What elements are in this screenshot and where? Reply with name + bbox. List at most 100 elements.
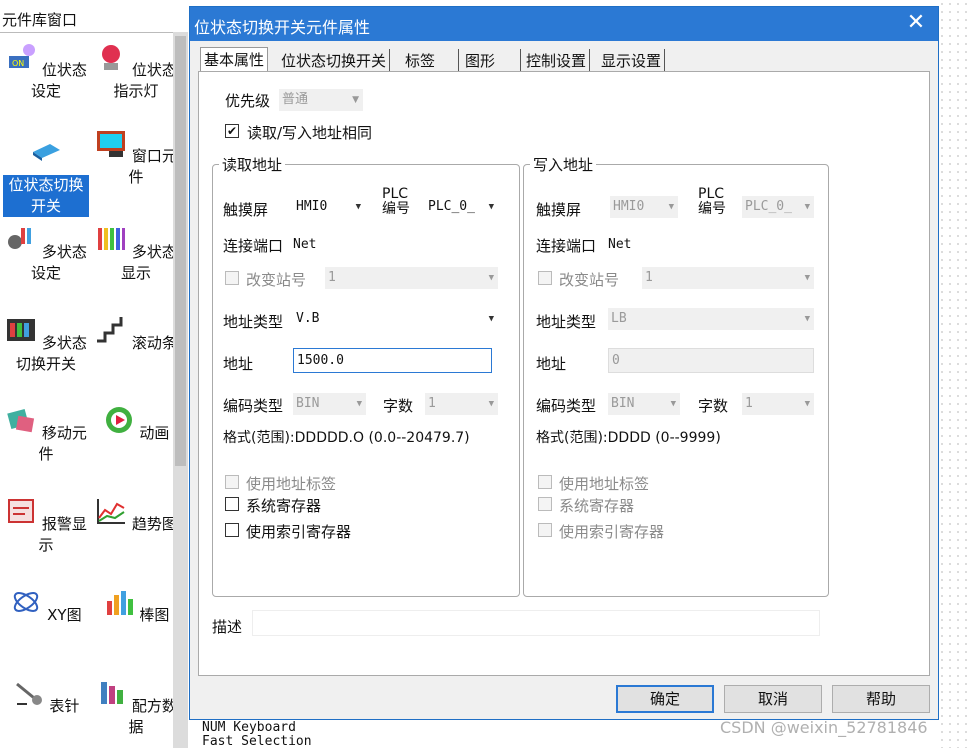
- library-item-alarm-display[interactable]: 报警显示: [2, 496, 90, 556]
- chevron-down-icon: ▼: [355, 202, 361, 212]
- bit-set-icon: ON: [9, 44, 36, 68]
- priority-select[interactable]: 普通 ▼: [279, 89, 363, 111]
- library-item-toggle-switch[interactable]: 位状态切换开关: [2, 136, 90, 217]
- write-plc-select[interactable]: PLC_0_ ▼: [742, 196, 814, 218]
- status-output: NUM Keyboard Fast Selection: [190, 721, 750, 749]
- read-address-title: 读取地址: [219, 154, 286, 175]
- library-item-indicator-lamp[interactable]: 位状态指示灯: [92, 42, 180, 102]
- write-use-tag-label: 使用地址标签: [559, 475, 650, 493]
- write-format-text: 格式(范围):DDDD (0--9999): [536, 430, 721, 446]
- library-item-gauge-needle[interactable]: 表针: [2, 678, 90, 717]
- library-item-multistate-set[interactable]: 多状态设定: [2, 224, 90, 284]
- write-change-station-label: 改变站号: [559, 271, 620, 289]
- alarm-display-icon: [8, 499, 35, 523]
- write-address-type-select[interactable]: LB ▼: [608, 308, 814, 330]
- read-port-value: Net: [293, 237, 317, 252]
- library-item-bit-set[interactable]: ON 位状态设定: [2, 42, 90, 102]
- library-item-xy-chart[interactable]: XY图: [2, 587, 90, 626]
- library-item-bar-chart[interactable]: 棒图: [92, 587, 180, 626]
- write-index-register-checkbox[interactable]: [538, 523, 552, 537]
- same-address-checkbox[interactable]: ✔: [225, 124, 239, 138]
- read-system-register-checkbox[interactable]: [225, 497, 239, 511]
- chevron-down-icon: ▼: [488, 399, 494, 409]
- properties-dialog: 位状态切换开关元件属性 ✕ 基本属性 位状态切换开关 标签 图形 控制设置 显示…: [189, 6, 939, 720]
- library-scroll-thumb[interactable]: [175, 36, 186, 466]
- write-words-label: 字数: [698, 397, 729, 415]
- library-item-animation[interactable]: 动画: [92, 405, 180, 444]
- write-plc-label: PLC 编号: [698, 186, 726, 217]
- read-address-input[interactable]: 1500.0: [293, 348, 492, 373]
- chevron-down-icon: ▼: [804, 314, 810, 324]
- library-scrollbar[interactable]: [173, 32, 188, 748]
- read-words-label: 字数: [383, 397, 414, 415]
- chevron-down-icon: ▼: [668, 202, 674, 212]
- tab-basic[interactable]: 基本属性: [200, 47, 269, 74]
- cancel-button[interactable]: 取消: [724, 685, 822, 713]
- dialog-title-bar[interactable]: 位状态切换开关元件属性 ✕: [190, 7, 938, 41]
- read-address-type-select[interactable]: V.B ▼: [293, 308, 498, 330]
- library-item-scrollbar[interactable]: 滚动条: [92, 315, 180, 354]
- read-change-station-checkbox[interactable]: [225, 271, 239, 285]
- write-station-select[interactable]: 1 ▼: [642, 267, 814, 289]
- tab-label[interactable]: 标签: [402, 49, 459, 73]
- chevron-down-icon: ▼: [804, 399, 810, 409]
- multistate-display-icon: [98, 228, 126, 250]
- write-change-station-checkbox[interactable]: [538, 271, 552, 285]
- read-code-type-label: 编码类型: [223, 397, 284, 415]
- read-plc-label: PLC 编号: [382, 186, 410, 217]
- read-screen-label: 触摸屏: [223, 201, 269, 219]
- library-item-move-element[interactable]: 移动元件: [2, 405, 90, 465]
- library-item-window-element[interactable]: 窗口元件: [92, 128, 180, 188]
- write-system-register-checkbox[interactable]: [538, 497, 552, 511]
- read-format-text: 格式(范围):DDDDD.O (0.0--20479.7): [223, 430, 470, 446]
- chevron-down-icon: ▼: [670, 399, 676, 409]
- library-title: 元件库窗口: [2, 11, 78, 29]
- description-input[interactable]: [252, 610, 820, 636]
- bar-chart-icon: [106, 591, 133, 615]
- description-label: 描述: [212, 618, 243, 636]
- read-screen-select[interactable]: HMI0 ▼: [293, 196, 365, 218]
- chevron-down-icon: ▼: [488, 202, 494, 212]
- write-code-type-label: 编码类型: [536, 397, 597, 415]
- chevron-down-icon: ▼: [356, 399, 362, 409]
- read-address-type-label: 地址类型: [223, 313, 284, 331]
- read-index-register-checkbox[interactable]: [225, 523, 239, 537]
- read-address-label: 地址: [223, 355, 254, 373]
- gauge-needle-icon: [15, 682, 42, 705]
- read-port-label: 连接端口: [223, 237, 284, 255]
- scrollbar-icon: [97, 317, 123, 343]
- dialog-title: 位状态切换开关元件属性: [194, 18, 371, 37]
- library-item-multistate-switch[interactable]: 多状态切换开关: [2, 315, 90, 375]
- multistate-set-icon: [8, 228, 32, 249]
- read-address-group: 读取地址 触摸屏 HMI0 ▼ PLC 编号 PLC_0_ ▼ 连接端口 Net 改变…: [212, 154, 520, 597]
- close-icon[interactable]: ✕: [904, 11, 928, 35]
- toggle-switch-icon: [33, 144, 60, 161]
- write-address-input[interactable]: 0: [608, 348, 814, 373]
- xy-chart-icon: [14, 592, 39, 612]
- library-item-recipe-data[interactable]: 配方数据: [92, 678, 180, 738]
- library-item-multistate-display[interactable]: 多状态显示: [92, 224, 180, 284]
- read-station-select[interactable]: 1 ▼: [325, 267, 498, 289]
- help-button[interactable]: 帮助: [832, 685, 930, 713]
- write-use-tag-checkbox[interactable]: [538, 475, 552, 489]
- library-item-trend-chart[interactable]: 趋势图: [92, 496, 180, 535]
- tab-control[interactable]: 控制设置: [523, 49, 591, 73]
- tab-graphic[interactable]: 图形: [462, 49, 521, 73]
- write-screen-select[interactable]: HMI0 ▼: [610, 196, 678, 218]
- write-code-type-select[interactable]: BIN ▼: [608, 393, 680, 415]
- write-address-type-label: 地址类型: [536, 313, 597, 331]
- write-screen-label: 触摸屏: [536, 201, 582, 219]
- read-change-station-label: 改变站号: [246, 271, 307, 289]
- watermark: CSDN @weixin_52781846: [720, 718, 928, 737]
- same-address-label: 读取/写入地址相同: [247, 124, 373, 142]
- tab-display[interactable]: 显示设置: [598, 49, 666, 73]
- read-plc-select[interactable]: PLC_0_ ▼: [425, 196, 498, 218]
- ok-button[interactable]: 确定: [616, 685, 714, 713]
- read-words-select[interactable]: 1 ▼: [425, 393, 498, 415]
- read-index-register-label: 使用索引寄存器: [246, 523, 352, 541]
- write-system-register-label: 系统寄存器: [559, 497, 635, 515]
- write-words-select[interactable]: 1 ▼: [742, 393, 814, 415]
- read-use-tag-checkbox[interactable]: [225, 475, 239, 489]
- read-code-type-select[interactable]: BIN ▼: [293, 393, 366, 415]
- tab-toggle-switch[interactable]: 位状态切换开关: [278, 49, 391, 73]
